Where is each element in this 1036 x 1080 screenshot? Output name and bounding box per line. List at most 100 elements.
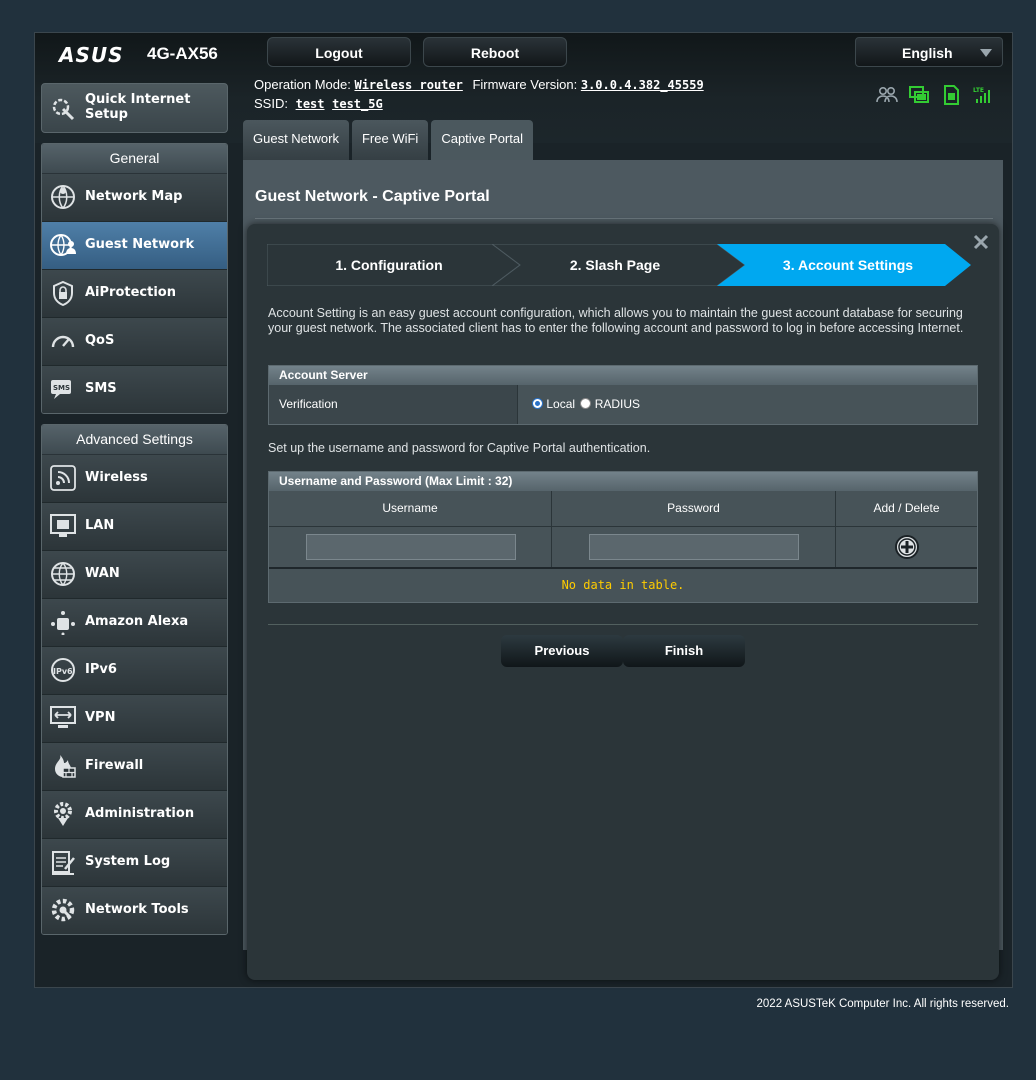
quick-internet-setup-button[interactable]: Quick Internet Setup bbox=[41, 83, 228, 133]
sidebar-item-label: Network Tools bbox=[85, 902, 189, 917]
add-cell bbox=[836, 527, 977, 567]
sim-card-icon[interactable] bbox=[940, 85, 962, 105]
clients-icon[interactable] bbox=[876, 85, 898, 105]
add-icon[interactable] bbox=[894, 534, 920, 560]
sidebar-item-label: WAN bbox=[85, 566, 120, 581]
general-group: General Network Map Guest Network AiProt… bbox=[41, 143, 228, 414]
model-name: 4G-AX56 bbox=[147, 44, 218, 63]
advanced-header: Advanced Settings bbox=[42, 425, 227, 455]
status-icons: LTE bbox=[876, 85, 994, 105]
sidebar: Quick Internet Setup General Network Map… bbox=[41, 83, 228, 945]
ssid-2g-link[interactable]: test bbox=[296, 97, 325, 111]
sidebar-item-guest-network[interactable]: Guest Network bbox=[42, 222, 227, 270]
sidebar-item-vpn[interactable]: VPN bbox=[42, 695, 227, 743]
column-header-username: Username bbox=[269, 491, 552, 526]
step-3-label: 3. Account Settings bbox=[783, 257, 913, 273]
sidebar-item-label: Network Map bbox=[85, 189, 183, 204]
previous-button[interactable]: Previous bbox=[501, 635, 623, 667]
radio-local[interactable] bbox=[532, 398, 543, 409]
gauge-icon bbox=[50, 328, 76, 354]
sidebar-item-network-map[interactable]: Network Map bbox=[42, 174, 227, 222]
svg-text:LTE: LTE bbox=[973, 87, 984, 94]
vpn-icon bbox=[50, 705, 76, 731]
log-icon bbox=[50, 849, 76, 875]
sidebar-item-amazon-alexa[interactable]: Amazon Alexa bbox=[42, 599, 227, 647]
internet-status-icon[interactable] bbox=[908, 85, 930, 105]
ipv6-icon: IPv6 bbox=[50, 657, 76, 683]
sidebar-item-firewall[interactable]: Firewall bbox=[42, 743, 227, 791]
svg-text:IPv6: IPv6 bbox=[53, 667, 73, 676]
gear-icon bbox=[50, 801, 76, 827]
language-select[interactable]: English bbox=[855, 37, 1003, 67]
close-icon[interactable] bbox=[973, 234, 989, 250]
captive-portal-wizard: 1. Configuration 2. Slash Page 3. Accoun… bbox=[247, 224, 999, 980]
sidebar-item-label: AiProtection bbox=[85, 285, 176, 300]
password-input[interactable] bbox=[589, 534, 799, 560]
account-server-table: Account Server Verification Local RADIUS bbox=[268, 365, 978, 425]
credentials-header: Username and Password (Max Limit : 32) bbox=[269, 472, 977, 491]
sidebar-item-label: Administration bbox=[85, 806, 195, 821]
general-header: General bbox=[42, 144, 227, 174]
firewall-icon bbox=[50, 753, 76, 779]
sidebar-item-label: SMS bbox=[85, 381, 117, 396]
username-cell bbox=[269, 527, 552, 567]
credentials-table: Username and Password (Max Limit : 32) U… bbox=[268, 471, 978, 603]
tab-captive-portal[interactable]: Captive Portal bbox=[431, 120, 533, 160]
sidebar-item-sms[interactable]: SMS SMS bbox=[42, 366, 227, 413]
operation-mode-line: Operation Mode: Wireless router Firmware… bbox=[254, 77, 704, 92]
ssid-label: SSID: bbox=[254, 96, 288, 111]
wand-icon bbox=[50, 96, 76, 122]
sidebar-item-label: System Log bbox=[85, 854, 171, 869]
ssid-line: SSID: test test_5G bbox=[254, 96, 383, 111]
network-map-icon bbox=[50, 184, 76, 210]
sidebar-item-label: LAN bbox=[85, 518, 115, 533]
account-server-header: Account Server bbox=[269, 366, 977, 385]
username-input[interactable] bbox=[306, 534, 516, 560]
globe-icon bbox=[50, 561, 76, 587]
wizard-steps: 1. Configuration 2. Slash Page 3. Accoun… bbox=[267, 244, 971, 286]
sidebar-item-network-tools[interactable]: Network Tools bbox=[42, 887, 227, 934]
svg-text:SMS: SMS bbox=[53, 384, 70, 392]
sidebar-item-administration[interactable]: Administration bbox=[42, 791, 227, 839]
lan-icon bbox=[50, 513, 76, 539]
step-1-label: 1. Configuration bbox=[335, 257, 442, 273]
sidebar-item-aiprotection[interactable]: AiProtection bbox=[42, 270, 227, 318]
sidebar-item-label: Guest Network bbox=[85, 237, 195, 252]
sidebar-item-system-log[interactable]: System Log bbox=[42, 839, 227, 887]
asus-logo: ASUS bbox=[59, 43, 124, 67]
sidebar-item-qos[interactable]: QoS bbox=[42, 318, 227, 366]
firmware-link[interactable]: 3.0.0.4.382_45559 bbox=[581, 78, 704, 92]
sidebar-item-label: VPN bbox=[85, 710, 116, 725]
sidebar-item-lan[interactable]: LAN bbox=[42, 503, 227, 551]
password-cell bbox=[552, 527, 836, 567]
step-2-label: 2. Slash Page bbox=[570, 257, 660, 273]
sidebar-item-label: Wireless bbox=[85, 470, 148, 485]
radio-radius[interactable] bbox=[580, 398, 592, 409]
language-value: English bbox=[902, 45, 953, 61]
sidebar-item-label: Firewall bbox=[85, 758, 144, 773]
logout-button[interactable]: Logout bbox=[267, 37, 411, 67]
empty-table-message: No data in table. bbox=[269, 567, 977, 602]
guest-network-icon bbox=[50, 232, 76, 258]
tab-guest-network[interactable]: Guest Network bbox=[243, 120, 349, 160]
shield-icon bbox=[50, 280, 76, 307]
chevron-down-icon bbox=[980, 49, 992, 57]
column-header-password: Password bbox=[552, 491, 836, 526]
sidebar-item-ipv6[interactable]: IPv6 IPv6 bbox=[42, 647, 227, 695]
sidebar-item-wireless[interactable]: Wireless bbox=[42, 455, 227, 503]
op-mode-link[interactable]: Wireless router bbox=[354, 78, 462, 92]
sidebar-item-wan[interactable]: WAN bbox=[42, 551, 227, 599]
tools-icon bbox=[50, 897, 76, 923]
sms-icon: SMS bbox=[50, 376, 76, 402]
advanced-group: Advanced Settings Wireless LAN WAN Amazo… bbox=[41, 424, 228, 935]
wireless-icon bbox=[50, 465, 76, 491]
reboot-button[interactable]: Reboot bbox=[423, 37, 567, 67]
sidebar-item-label: IPv6 bbox=[85, 662, 117, 677]
finish-button[interactable]: Finish bbox=[623, 635, 745, 667]
title-divider bbox=[255, 218, 993, 219]
sidebar-item-label: Amazon Alexa bbox=[85, 614, 189, 629]
tab-free-wifi[interactable]: Free WiFi bbox=[351, 120, 429, 160]
lte-signal-icon[interactable]: LTE bbox=[972, 85, 994, 105]
ssid-5g-link[interactable]: test_5G bbox=[332, 97, 383, 111]
column-header-add-delete: Add / Delete bbox=[873, 501, 940, 515]
